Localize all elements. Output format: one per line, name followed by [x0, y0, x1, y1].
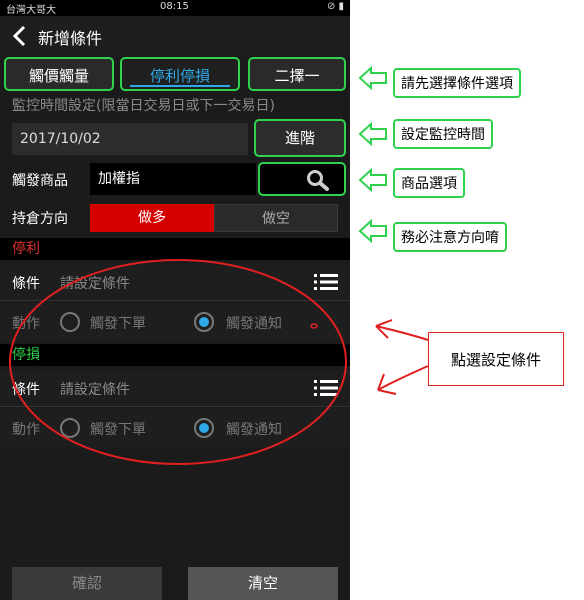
tab-price-volume[interactable]: 觸價觸量 — [4, 57, 114, 91]
highlight-ellipse — [9, 259, 347, 465]
direction-short-button[interactable]: 做空 — [214, 204, 338, 232]
monitor-date-field[interactable]: 2017/10/02 — [12, 123, 248, 155]
tip-direction: 務必注意方向唷 — [393, 222, 507, 252]
tip-set-condition: 點選設定條件 — [428, 332, 564, 386]
product-search-button[interactable] — [258, 162, 346, 196]
status-icons: ⊘ ▮ — [326, 1, 344, 12]
advanced-button[interactable]: 進階 — [254, 119, 346, 157]
confirm-button[interactable]: 確認 — [12, 567, 162, 600]
tip-product: 商品選項 — [393, 168, 465, 198]
back-arrow-icon[interactable] — [10, 24, 30, 48]
pointer-arrows-icon — [375, 319, 429, 395]
tab-either-one[interactable]: 二擇一 — [248, 57, 346, 91]
tab-profit-loss[interactable]: 停利停損 — [120, 57, 240, 91]
clock: 08:15 — [160, 1, 189, 12]
clear-button[interactable]: 清空 — [188, 567, 338, 600]
page-title: 新增條件 — [38, 29, 103, 48]
tip-select-condition: 請先選擇條件選項 — [393, 68, 521, 98]
callout-arrow-icon — [358, 122, 387, 146]
product-field[interactable]: 加權指 — [90, 163, 256, 195]
search-icon — [307, 170, 329, 191]
phone-screen: 台灣大哥大 08:15 ⊘ ▮ 新增條件 觸價觸量 停利停損 二擇一 監控時間設… — [0, 0, 350, 600]
monitor-time-label: 監控時間設定(限當日交易日或下一交易日) — [12, 98, 275, 114]
direction-label: 持倉方向 — [12, 211, 68, 227]
tip-monitor-time: 設定監控時間 — [393, 119, 493, 149]
app-header: 新增條件 — [0, 16, 350, 56]
callout-arrow-icon — [358, 168, 387, 192]
product-label: 觸發商品 — [12, 173, 68, 189]
callout-arrow-icon — [358, 66, 387, 90]
status-bar: 台灣大哥大 08:15 ⊘ ▮ — [0, 0, 350, 16]
carrier-label: 台灣大哥大 — [6, 5, 56, 16]
direction-long-button[interactable]: 做多 — [90, 204, 214, 232]
callout-arrow-icon — [358, 219, 387, 243]
